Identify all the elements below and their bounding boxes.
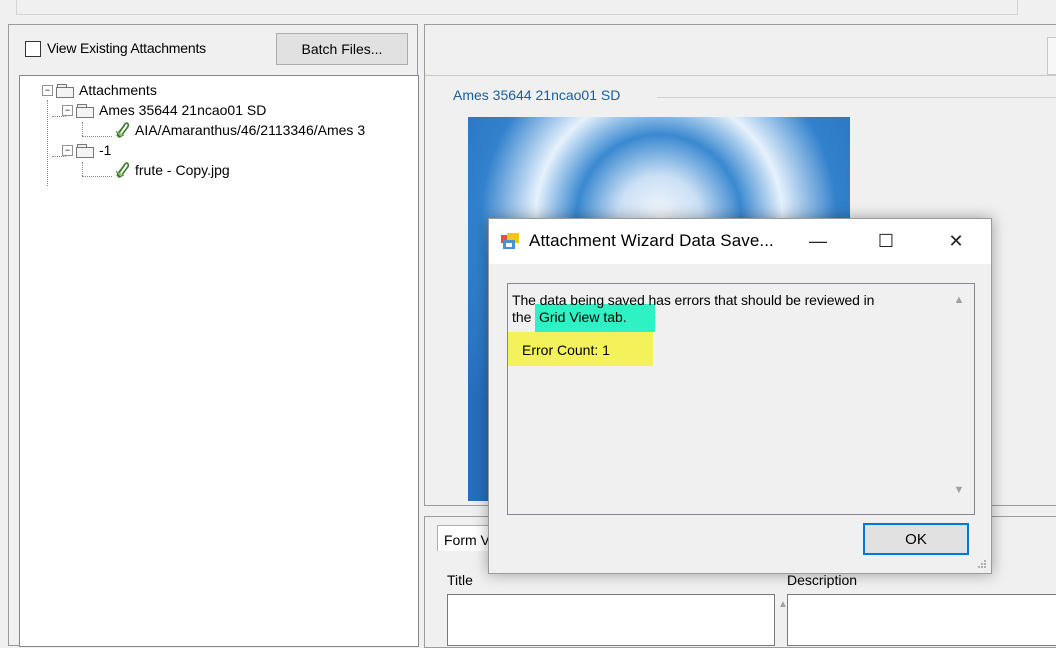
view-existing-checkbox[interactable]: [25, 41, 41, 57]
tree-node-label: AIA/Amaranthus/46/2113346/Ames 3: [135, 122, 366, 138]
grid-view-tab-text: Grid View tab.: [539, 309, 627, 325]
tree-connector: [82, 162, 83, 176]
error-count-text: Error Count: 1: [522, 342, 610, 358]
tree-connector: [47, 100, 48, 186]
title-label: Title: [447, 572, 473, 588]
tree-node-ames[interactable]: − Ames 35644 21ncao01 SD: [62, 100, 266, 120]
folder-icon: [76, 103, 94, 118]
tree-connector: [82, 122, 83, 136]
collapse-icon[interactable]: −: [62, 145, 73, 156]
app-icon: [501, 233, 519, 249]
message-line-1: The data being saved has errors that sho…: [512, 292, 875, 308]
minimize-button[interactable]: —: [795, 219, 841, 264]
tree-connector: [82, 176, 112, 177]
view-existing-label[interactable]: View Existing Attachments: [47, 40, 206, 56]
ok-button[interactable]: OK: [863, 523, 969, 555]
tab-form-view[interactable]: Form V: [437, 525, 495, 551]
title-field[interactable]: ▲: [447, 594, 788, 646]
save-errors-dialog: Attachment Wizard Data Save... — ☐ ✕ The…: [488, 218, 992, 574]
top-toolbar-panel: [16, 0, 1018, 15]
tree-node-frute-file[interactable]: frute - Copy.jpg: [114, 160, 230, 180]
message-line-2-prefix: the: [512, 309, 532, 325]
tree-node-attachment-file[interactable]: AIA/Amaranthus/46/2113346/Ames 3: [114, 120, 365, 140]
scroll-down-icon[interactable]: ▼: [950, 484, 968, 498]
attachments-panel: View Existing Attachments Batch Files...…: [8, 24, 419, 647]
folder-icon: [56, 83, 74, 98]
attachments-tree[interactable]: − Attachments − Ames 35644 21ncao01 SD A…: [19, 75, 419, 647]
dialog-title: Attachment Wizard Data Save...: [529, 231, 774, 250]
paperclip-icon: [115, 122, 130, 138]
scroll-up-icon[interactable]: ▲: [950, 294, 968, 308]
tree-node-attachments[interactable]: − Attachments: [34, 80, 157, 100]
tree-node-label: frute - Copy.jpg: [135, 162, 230, 178]
batch-files-button[interactable]: Batch Files...: [276, 33, 408, 65]
tree-connector: [82, 136, 112, 137]
dialog-titlebar[interactable]: Attachment Wizard Data Save... — ☐ ✕: [489, 219, 991, 264]
folder-icon: [76, 143, 94, 158]
paperclip-icon: [115, 162, 130, 178]
resize-grip-icon[interactable]: [977, 559, 987, 569]
maximize-button[interactable]: ☐: [863, 219, 909, 264]
collapse-icon[interactable]: −: [62, 105, 73, 116]
message-textbox[interactable]: The data being saved has errors that sho…: [507, 283, 975, 515]
description-field[interactable]: [787, 594, 1056, 646]
tree-node-minus-one[interactable]: − -1: [62, 140, 111, 160]
description-label: Description: [787, 572, 858, 588]
tree-node-label: -1: [99, 142, 112, 158]
top-toolbar-strip: [0, 0, 1056, 18]
close-button[interactable]: ✕: [933, 219, 979, 264]
preview-group-title: Ames 35644 21ncao01 SD: [453, 87, 625, 103]
tree-node-label: Attachments: [79, 82, 157, 98]
groupbox-border: [657, 97, 1056, 98]
preview-toolbar: [425, 25, 1056, 76]
collapse-icon[interactable]: −: [42, 85, 53, 96]
toolbar-button[interactable]: [1047, 37, 1056, 75]
tree-node-label: Ames 35644 21ncao01 SD: [99, 102, 267, 118]
